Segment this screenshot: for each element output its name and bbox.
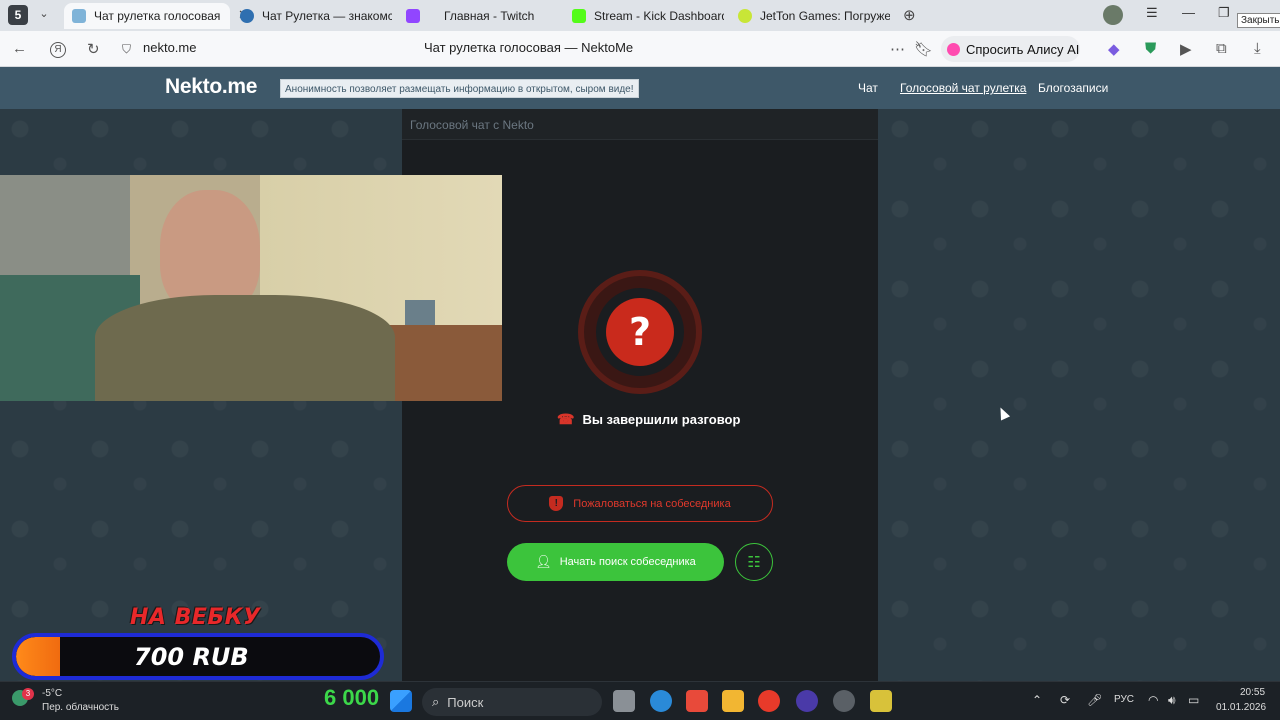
- more-icon[interactable]: ⋯: [890, 40, 905, 58]
- collections-icon[interactable]: ⧉: [1216, 40, 1227, 57]
- site-logo[interactable]: Nekto.me: [165, 75, 257, 99]
- donation-goal-amount: 700 RUB: [134, 643, 249, 671]
- kick-icon: [572, 9, 586, 23]
- menu-icon[interactable]: ☰: [1146, 5, 1158, 21]
- tab-label: JetTon Games: Погружен: [760, 9, 890, 23]
- volume-icon[interactable]: 🔊︎: [1168, 693, 1176, 708]
- task-view-icon[interactable]: [613, 690, 635, 712]
- site-slogan: Анонимность позволяет размещать информац…: [280, 79, 639, 98]
- minimize-icon[interactable]: —: [1182, 5, 1195, 20]
- alice-label: Спросить Алису AI: [966, 41, 1080, 57]
- tab-label: Stream - Kick Dashboard: [594, 9, 724, 23]
- question-mark-icon: ?: [606, 298, 674, 366]
- nav-chat[interactable]: Чат: [858, 81, 878, 95]
- donation-goal-title: НА ВЕБКУ: [130, 605, 261, 630]
- shield-icon[interactable]: ⛉: [122, 42, 131, 57]
- weather-temperature: -5°C: [42, 688, 63, 699]
- tab-twitch[interactable]: Главная - Twitch: [398, 3, 558, 29]
- store-icon[interactable]: [686, 690, 708, 712]
- close-tooltip: Закрыть: [1237, 13, 1280, 28]
- twitch-icon: [406, 9, 420, 23]
- tab-label: Чат рулетка голосовая: [94, 9, 221, 23]
- sync-icon[interactable]: ⟳: [1060, 693, 1070, 707]
- yandex-browser-icon[interactable]: [758, 690, 780, 712]
- streamer-body: [95, 295, 395, 401]
- donation-goal-bar: 700 RUB: [12, 633, 384, 680]
- shield-alert-icon: !: [549, 496, 564, 511]
- filters-button[interactable]: ☷: [735, 543, 773, 581]
- battery-icon[interactable]: ▭: [1188, 693, 1199, 707]
- page-title: Чат рулетка голосовая — NektoMe: [424, 40, 634, 55]
- taskbar-search[interactable]: ⌕ Поиск: [422, 688, 602, 716]
- tab-chat-roulette-voice[interactable]: Чат рулетка голосовая: [64, 3, 230, 29]
- start-search-label: Начать поиск собеседника: [559, 556, 696, 568]
- microphone-icon[interactable]: 🎤︎: [1087, 693, 1102, 707]
- weather-badge: 3: [22, 688, 34, 700]
- edge-icon[interactable]: [650, 690, 672, 712]
- user-search-icon: 👤︎: [535, 554, 552, 569]
- address-bar: ← Я ↻ ⛉ nekto.me Чат рулетка голосовая —…: [0, 31, 1280, 86]
- play-icon[interactable]: ▶: [1180, 40, 1192, 58]
- language-indicator[interactable]: РУС: [1114, 694, 1134, 705]
- webcam-overlay: [0, 175, 502, 401]
- new-tab-icon[interactable]: ⊕: [903, 6, 916, 24]
- call-status-text: Вы завершили разговор: [582, 412, 741, 427]
- wifi-icon[interactable]: ◠: [1148, 693, 1158, 707]
- tab-label: Чат Рулетка — знакомств: [262, 9, 392, 23]
- tab-chat-roulette[interactable]: Чат Рулетка — знакомств: [232, 3, 392, 29]
- download-icon[interactable]: ⤓: [1254, 40, 1261, 57]
- ask-alice-button[interactable]: Спросить Алису AI: [941, 36, 1080, 62]
- restore-icon[interactable]: ❐: [1218, 5, 1230, 21]
- clock-date[interactable]: 01.01.2026: [1216, 702, 1266, 713]
- unknown-peer-indicator: ?: [578, 270, 702, 394]
- sliders-icon: ☷: [747, 554, 761, 571]
- weather-icon[interactable]: 3: [12, 688, 38, 710]
- back-arrow-icon[interactable]: ←: [12, 40, 27, 57]
- tab-counter[interactable]: 5: [8, 5, 28, 25]
- call-status: ☎ Вы завершили разговор: [557, 411, 740, 428]
- extension-shield-icon[interactable]: ⛊: [1145, 40, 1156, 57]
- game-icon[interactable]: ◆: [1108, 40, 1120, 58]
- reload-icon[interactable]: ↻: [87, 40, 100, 58]
- yandex-icon[interactable]: Я: [50, 42, 66, 58]
- tab-kick[interactable]: Stream - Kick Dashboard: [564, 3, 724, 29]
- hang-up-icon: ☎: [557, 411, 575, 427]
- weather-description: Пер. облачность: [42, 702, 119, 713]
- url-field[interactable]: nekto.me: [143, 40, 196, 55]
- nav-voice-roulette[interactable]: Голосовой чат рулетка: [900, 81, 1026, 95]
- search-icon: ⌕: [432, 694, 440, 709]
- nav-blog[interactable]: Блогозаписи: [1038, 81, 1108, 95]
- report-peer-button[interactable]: ! Пожаловаться на собеседника: [507, 485, 773, 522]
- panel-header: Голосовой чат с Nekto: [402, 109, 878, 140]
- app-icon[interactable]: [870, 690, 892, 712]
- chevron-up-icon[interactable]: ⌃: [1032, 693, 1042, 707]
- donation-goal-fill: [16, 637, 60, 676]
- search-label: Поиск: [447, 694, 484, 710]
- alice-icon: [947, 42, 960, 56]
- jetton-icon: [738, 9, 752, 23]
- gear-favicon-icon: [240, 9, 254, 23]
- chevron-down-icon[interactable]: ⌄: [36, 7, 52, 23]
- report-label: Пожаловаться на собеседника: [573, 497, 731, 510]
- windows-taskbar: 3 -5°C Пер. облачность 6 000 ⌕ Поиск ⌃ ⟳…: [0, 681, 1280, 720]
- nekto-favicon-icon: [72, 9, 86, 23]
- app-icon[interactable]: [833, 690, 855, 712]
- profile-avatar[interactable]: [1103, 5, 1123, 25]
- obs-icon[interactable]: [796, 690, 818, 712]
- tab-label: Главная - Twitch: [444, 9, 535, 23]
- clock-time[interactable]: 20:55: [1240, 687, 1265, 698]
- file-explorer-icon[interactable]: [722, 690, 744, 712]
- tab-jetton[interactable]: JetTon Games: Погружен: [730, 3, 890, 29]
- start-search-button[interactable]: 👤︎ Начать поиск собеседника: [507, 543, 724, 581]
- windows-start-icon[interactable]: [390, 690, 412, 712]
- panel-title: Голосовой чат с Nekto: [410, 118, 534, 132]
- browser-tab-bar: 5 ⌄ Чат рулетка голосовая ✕ Чат Рулетка …: [0, 0, 1280, 31]
- site-header: Nekto.me Анонимность позволяет размещать…: [0, 67, 1280, 109]
- bookmark-icon[interactable]: 🔖︎: [914, 40, 933, 58]
- overlay-counter: 6 000: [324, 685, 380, 710]
